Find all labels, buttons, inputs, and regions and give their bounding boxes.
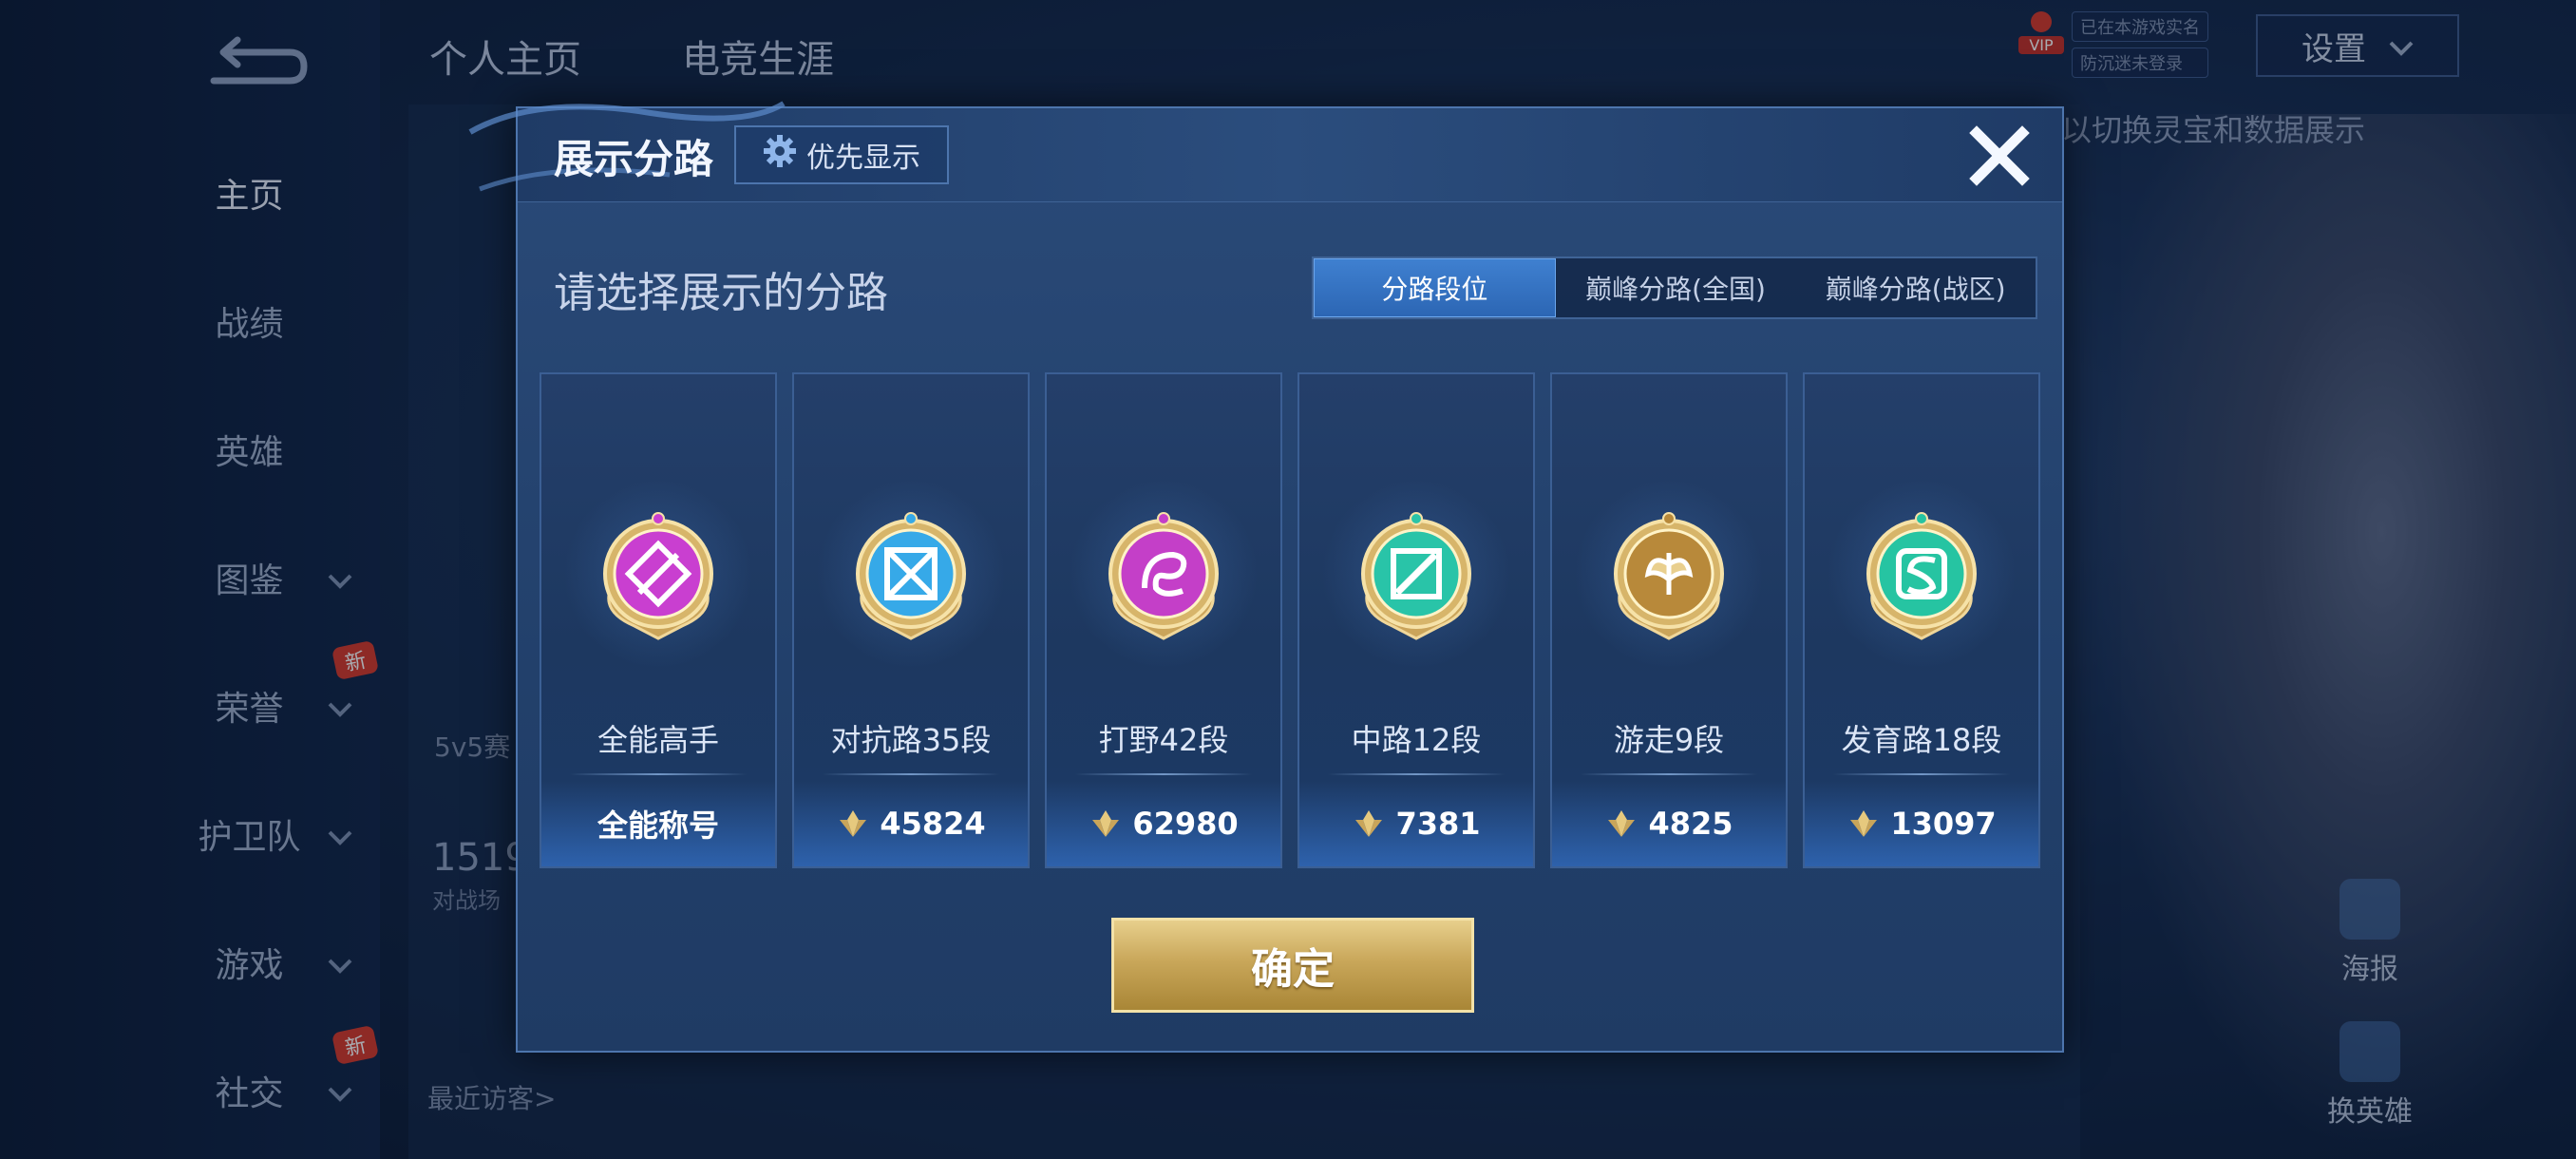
- confirm-button[interactable]: 确定: [1111, 918, 1474, 1013]
- divider: [823, 773, 999, 775]
- lane-score-value: 4825: [1648, 806, 1733, 842]
- clash-lane-medal-icon: [835, 498, 987, 650]
- medal-frame: [1574, 479, 1764, 669]
- medal-frame: [563, 479, 753, 669]
- close-icon: [1969, 125, 2030, 190]
- lane-card[interactable]: 发育路18段 13097: [1803, 372, 2040, 868]
- lane-card[interactable]: 中路12段 7381: [1297, 372, 1535, 868]
- lane-score: 45824: [794, 781, 1028, 866]
- lane-rank-label: 游走9段: [1613, 722, 1725, 758]
- divider: [1075, 773, 1252, 775]
- lane-rank-label: 对抗路35段: [830, 722, 992, 758]
- lane-score: 4825: [1552, 781, 1786, 866]
- priority-display-button[interactable]: 优先显示: [734, 125, 949, 184]
- power-score-icon: [1089, 807, 1123, 841]
- close-button[interactable]: [1961, 120, 2037, 196]
- dialog-title: 展示分路: [554, 136, 714, 182]
- farm-lane-medal-icon: [1846, 498, 1998, 650]
- tab-lane-rank[interactable]: 分路段位: [1314, 258, 1556, 317]
- roam-medal-icon: [1593, 498, 1745, 650]
- lane-score-value: 45824: [880, 806, 986, 842]
- medal-frame: [1321, 479, 1511, 669]
- lane-rank-label: 打野42段: [1098, 722, 1229, 758]
- lane-score: 7381: [1299, 781, 1533, 866]
- lane-cards: 全能高手 全能称号 对抗路35段 45824 打野42段 62980 中路12段 7381 游走…: [540, 372, 2040, 868]
- divider: [1328, 773, 1505, 775]
- lane-score-value: 62980: [1132, 806, 1239, 842]
- lane-card[interactable]: 全能高手 全能称号: [540, 372, 777, 868]
- lane-rank-label: 全能高手: [597, 722, 719, 758]
- lane-card[interactable]: 对抗路35段 45824: [792, 372, 1030, 868]
- gear-icon: [763, 134, 797, 176]
- all-round-medal-icon: [582, 498, 734, 650]
- power-score-icon: [836, 807, 870, 841]
- lane-score: 全能称号: [541, 781, 775, 866]
- mid-lane-medal-icon: [1340, 498, 1492, 650]
- lane-score: 62980: [1047, 781, 1280, 866]
- lane-rank-label: 发育路18段: [1841, 722, 2002, 758]
- power-score-icon: [1604, 807, 1638, 841]
- lane-score-value: 7381: [1395, 806, 1481, 842]
- medal-frame: [816, 479, 1006, 669]
- medal-frame: [1069, 479, 1259, 669]
- power-score-icon: [1847, 807, 1881, 841]
- priority-display-label: 优先显示: [806, 142, 920, 175]
- lane-card[interactable]: 打野42段 62980: [1045, 372, 1282, 868]
- lane-type-tabs: 分路段位 巅峰分路(全国) 巅峰分路(战区): [1312, 256, 2037, 319]
- medal-frame: [1827, 479, 2017, 669]
- divider: [570, 773, 747, 775]
- lane-score-value: 13097: [1890, 806, 1997, 842]
- tab-peak-lane-national[interactable]: 巅峰分路(全国): [1556, 258, 1796, 317]
- lane-card[interactable]: 游走9段 4825: [1550, 372, 1788, 868]
- tab-peak-lane-region[interactable]: 巅峰分路(战区): [1795, 258, 2036, 317]
- lane-rank-label: 中路12段: [1351, 722, 1482, 758]
- lane-display-dialog: 展示分路 优先显示 请选择展示的分路 分路段位 巅峰分路(全国) 巅峰分路(战区…: [468, 101, 2064, 1053]
- jungle-medal-icon: [1088, 498, 1240, 650]
- lane-score-value: 全能称号: [597, 808, 719, 844]
- divider: [1581, 773, 1757, 775]
- dialog-header: 展示分路 优先显示: [468, 101, 2062, 202]
- dialog-subtitle: 请选择展示的分路: [554, 269, 888, 317]
- lane-score: 13097: [1805, 781, 2038, 866]
- power-score-icon: [1352, 807, 1386, 841]
- divider: [1833, 773, 2010, 775]
